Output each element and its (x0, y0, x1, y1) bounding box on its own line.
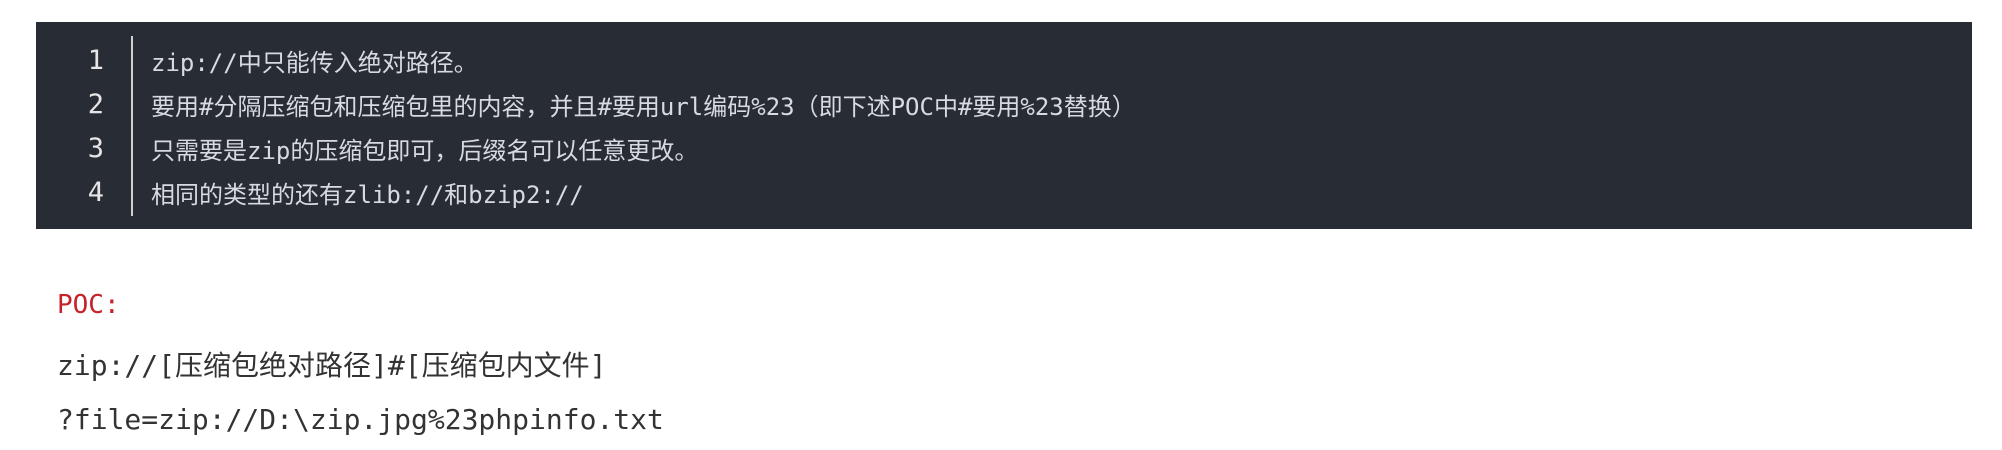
poc-label: POC: (57, 290, 120, 320)
line-text: 只需要是zip的压缩包即可，后缀名可以任意更改。 (151, 137, 699, 165)
code-line: 1 zip://中只能传入绝对路径。 (36, 38, 1972, 83)
line-number: 3 (87, 133, 104, 164)
line-number: 1 (87, 45, 104, 76)
line-number: 4 (87, 177, 104, 208)
code-block: 1 zip://中只能传入绝对路径。 2 要用#分隔压缩包和压缩包里的内容，并且… (36, 22, 1972, 229)
line-text: zip://中只能传入绝对路径。 (151, 49, 478, 77)
line-text: 要用#分隔压缩包和压缩包里的内容，并且#要用url编码%23（即下述POC中#要… (151, 93, 1136, 121)
poc-example-line: ?file=zip://D:\zip.jpg%23phpinfo.txt (57, 403, 664, 436)
code-line: 2 要用#分隔压缩包和压缩包里的内容，并且#要用url编码%23（即下述POC中… (36, 82, 1972, 127)
code-line: 3 只需要是zip的压缩包即可，后缀名可以任意更改。 (36, 126, 1972, 171)
line-text: 相同的类型的还有zlib://和bzip2:// (151, 181, 584, 209)
line-number: 2 (87, 89, 104, 120)
poc-syntax-line: zip://[压缩包绝对路径]#[压缩包内文件] (57, 349, 607, 382)
code-line: 4 相同的类型的还有zlib://和bzip2:// (36, 170, 1972, 215)
